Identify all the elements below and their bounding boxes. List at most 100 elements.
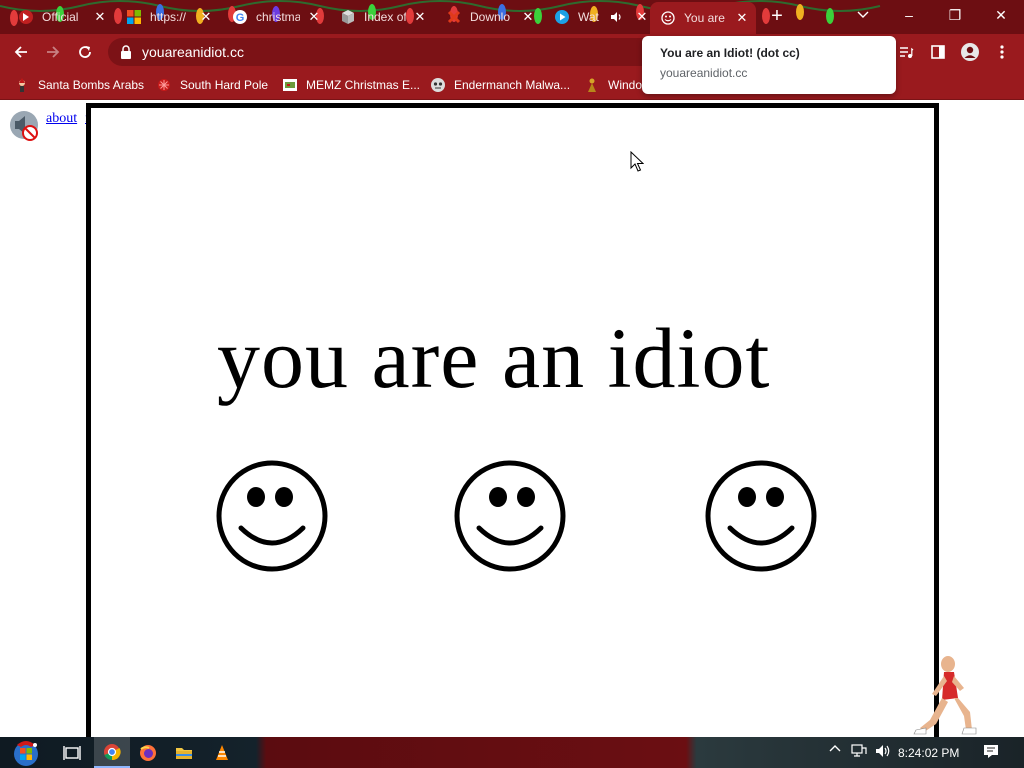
gold-figure-icon bbox=[588, 78, 596, 92]
network-icon bbox=[851, 744, 867, 757]
folder-icon bbox=[176, 747, 192, 759]
tab-title: christma bbox=[256, 10, 300, 24]
close-tab-icon[interactable]: ✕ bbox=[306, 9, 322, 25]
action-center-button[interactable] bbox=[980, 744, 1002, 759]
avatar-icon bbox=[961, 43, 979, 61]
close-tab-icon[interactable]: ✕ bbox=[92, 9, 108, 25]
taskbar-clock[interactable]: 8:24:02 PM bbox=[898, 746, 959, 760]
web-page: about flash you are an idiot bbox=[0, 101, 1024, 739]
reload-button[interactable] bbox=[72, 39, 98, 65]
red-x-icon bbox=[446, 9, 462, 25]
tab-strip: Official ✕ https:// ✕ G christma ✕ Index… bbox=[0, 0, 1024, 34]
reload-icon bbox=[79, 46, 91, 58]
volume-button[interactable] bbox=[874, 744, 892, 758]
tab-hover-card: You are an Idiot! (dot cc) youareanidiot… bbox=[642, 36, 896, 94]
close-tab-icon[interactable]: ✕ bbox=[734, 10, 750, 26]
memz-image-icon bbox=[283, 79, 297, 91]
bookmark-windows[interactable]: Windo bbox=[584, 75, 642, 95]
bookmark-label: MEMZ Christmas E... bbox=[306, 78, 421, 92]
bookmark-south-hard-pole[interactable]: South Hard Pole bbox=[156, 75, 268, 95]
bookmark-santa-bombs-arabs[interactable]: Santa Bombs Arabs bbox=[14, 75, 144, 95]
svg-text:G: G bbox=[236, 12, 245, 24]
audio-playing-icon[interactable] bbox=[608, 9, 624, 25]
smiley-face-icon bbox=[705, 460, 817, 572]
side-panel-icon bbox=[931, 45, 945, 59]
task-view-button[interactable] bbox=[54, 737, 90, 768]
taskbar-chrome[interactable] bbox=[94, 737, 130, 768]
chevron-up-icon bbox=[829, 745, 841, 752]
smiley-face-icon bbox=[454, 460, 566, 572]
bookmark-label: South Hard Pole bbox=[180, 78, 269, 92]
close-tab-icon[interactable]: ✕ bbox=[412, 9, 428, 25]
tab-title: Wat bbox=[578, 10, 599, 24]
side-panel-button[interactable] bbox=[928, 42, 948, 62]
close-tab-icon[interactable]: ✕ bbox=[634, 9, 650, 25]
mouse-cursor-icon bbox=[630, 151, 644, 172]
endermanch-icon bbox=[431, 78, 445, 92]
show-hidden-icons-button[interactable] bbox=[826, 744, 844, 752]
bookmark-label: Santa Bombs Arabs bbox=[38, 78, 145, 92]
tab-index-of[interactable]: Index of ✕ bbox=[330, 2, 434, 32]
new-tab-button[interactable]: + bbox=[766, 6, 788, 28]
playlist-icon bbox=[900, 47, 914, 58]
tab-christmas[interactable]: G christma ✕ bbox=[222, 2, 328, 32]
taskbar: 8:24:02 PM bbox=[0, 737, 1024, 768]
tab-search-button[interactable] bbox=[840, 0, 886, 30]
restore-button[interactable]: ❐ bbox=[932, 0, 978, 30]
santa-icon bbox=[19, 78, 25, 92]
forward-button[interactable] bbox=[40, 39, 66, 65]
media-control-button[interactable] bbox=[896, 42, 916, 62]
tab-title: https:// bbox=[150, 10, 187, 24]
hover-card-url: youareanidiot.cc bbox=[660, 66, 748, 80]
tab-watch[interactable]: Wat ✕ bbox=[544, 2, 648, 32]
red-snowflake-icon bbox=[158, 79, 170, 91]
minimize-button[interactable]: – bbox=[886, 0, 932, 30]
speaker-icon bbox=[876, 745, 890, 757]
tab-title: Official bbox=[42, 10, 79, 24]
vlc-icon bbox=[216, 744, 228, 760]
task-view-icon bbox=[63, 745, 81, 760]
sound-muted-icon[interactable] bbox=[8, 109, 40, 141]
google-icon: G bbox=[232, 9, 248, 25]
bookmark-memz-christmas[interactable]: MEMZ Christmas E... bbox=[282, 75, 420, 95]
smiley-icon bbox=[660, 10, 676, 26]
tab-title: You are bbox=[684, 11, 725, 25]
hover-card-title: You are an Idiot! (dot cc) bbox=[660, 46, 800, 60]
headline-text: you are an idiot bbox=[217, 310, 771, 406]
folder-icon bbox=[340, 9, 356, 25]
chrome-icon bbox=[104, 743, 121, 760]
tab-download[interactable]: Downlo ✕ bbox=[436, 2, 542, 32]
kebab-menu-icon bbox=[1000, 45, 1004, 59]
network-button[interactable] bbox=[850, 744, 868, 758]
bookmark-endermanch-malware[interactable]: Endermanch Malwa... bbox=[430, 75, 570, 95]
tab-you-are-an-idiot[interactable]: You are ✕ bbox=[650, 2, 756, 34]
bookmark-label: Windo bbox=[608, 78, 643, 92]
bookmark-label: Endermanch Malwa... bbox=[454, 78, 571, 92]
profile-button[interactable] bbox=[960, 42, 980, 62]
close-window-button[interactable]: ✕ bbox=[978, 0, 1024, 30]
back-button[interactable] bbox=[8, 39, 34, 65]
taskbar-vlc[interactable] bbox=[204, 737, 240, 768]
windows-logo-icon bbox=[126, 9, 142, 25]
red-logo-icon bbox=[18, 9, 34, 25]
taskbar-file-explorer[interactable] bbox=[166, 737, 202, 768]
close-tab-icon[interactable]: ✕ bbox=[520, 9, 536, 25]
url-text: youareanidiot.cc bbox=[142, 44, 244, 60]
chevron-down-icon bbox=[857, 11, 869, 18]
firefox-icon bbox=[140, 744, 156, 761]
tab-https[interactable]: https:// ✕ bbox=[116, 2, 220, 32]
notifications-icon bbox=[984, 745, 998, 758]
tab-title: Index of bbox=[364, 10, 406, 24]
tab-title: Downlo bbox=[470, 10, 511, 24]
close-tab-icon[interactable]: ✕ bbox=[198, 9, 214, 25]
menu-button[interactable] bbox=[992, 42, 1012, 62]
arrow-right-icon bbox=[47, 46, 60, 58]
taskbar-firefox[interactable] bbox=[130, 737, 166, 768]
smiley-face-icon bbox=[216, 460, 328, 572]
lock-icon bbox=[121, 45, 131, 59]
about-link[interactable]: about bbox=[46, 111, 77, 127]
start-button[interactable] bbox=[6, 737, 46, 768]
tab-official[interactable]: Official ✕ bbox=[8, 2, 114, 32]
idiot-flash-frame[interactable]: you are an idiot bbox=[86, 103, 939, 739]
windows-start-icon bbox=[14, 740, 38, 766]
